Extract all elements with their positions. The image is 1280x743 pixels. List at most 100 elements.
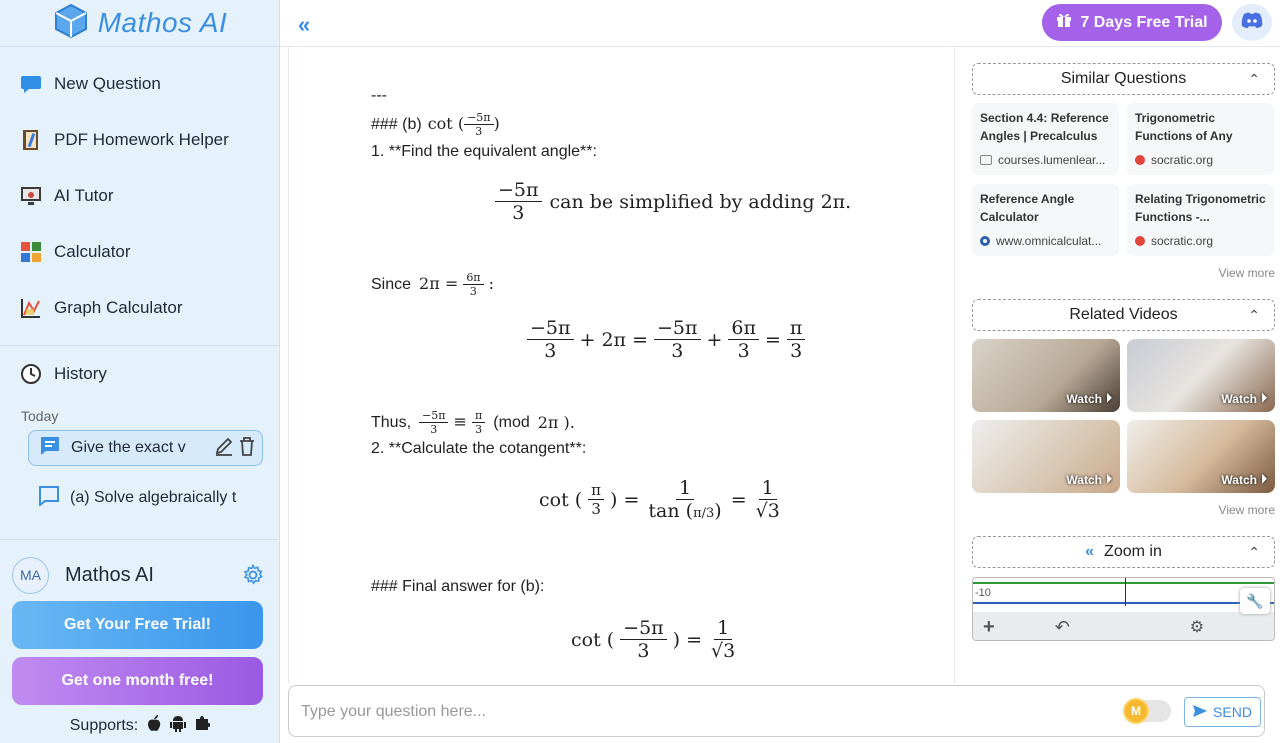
question-input[interactable] xyxy=(301,699,1101,725)
wrench-icon[interactable]: 🔧 xyxy=(1240,588,1270,614)
similar-question-card[interactable]: Section 4.4: Reference Angles | Precalcu… xyxy=(972,103,1119,175)
zoom-in-header[interactable]: « Zoom in ⌃ xyxy=(972,536,1275,568)
send-button[interactable]: SEND xyxy=(1184,697,1261,727)
watch-button[interactable]: Watch ⏵ xyxy=(1066,391,1112,406)
similar-questions-header[interactable]: Similar Questions ⌃ xyxy=(972,63,1275,95)
mod-text: (mod xyxy=(493,413,530,431)
nav-label: Calculator xyxy=(54,242,131,261)
clock-icon xyxy=(20,363,42,385)
graph-line-green xyxy=(973,582,1274,584)
web-icon xyxy=(980,155,992,165)
avatar[interactable]: MA xyxy=(12,556,49,594)
graph-y-axis xyxy=(1125,578,1126,606)
android-icon[interactable] xyxy=(170,714,187,737)
history-item[interactable]: (a) Solve algebraically t xyxy=(28,480,263,516)
history-item[interactable]: Give the exact v xyxy=(28,430,263,466)
watch-button[interactable]: Watch ⏵ xyxy=(1066,472,1112,487)
watch-button[interactable]: Watch ⏵ xyxy=(1221,391,1267,406)
nav-history[interactable]: History xyxy=(0,346,279,402)
tutor-icon xyxy=(20,185,42,207)
similar-question-card[interactable]: Reference Angle Calculator www.omnicalcu… xyxy=(972,184,1119,256)
play-icon: ⏵ xyxy=(1105,472,1112,486)
mod-close: 2π ). xyxy=(537,413,575,432)
mode-toggle[interactable]: M xyxy=(1123,698,1171,724)
nav-calculator[interactable]: Calculator xyxy=(0,224,279,280)
collapse-sidebar-icon[interactable]: « xyxy=(298,12,310,38)
card-title: Reference Angle Calculator xyxy=(980,192,1075,224)
history-item-label: Give the exact v xyxy=(71,439,186,456)
undo-icon[interactable]: ↶ xyxy=(1055,617,1070,638)
step-1-text: 1. **Find the equivalent angle**: xyxy=(371,143,597,160)
chevron-up-icon[interactable]: ⌃ xyxy=(1248,71,1260,88)
nav-label: PDF Homework Helper xyxy=(54,130,229,149)
free-trial-label: 7 Days Free Trial xyxy=(1080,13,1208,31)
watch-label: Watch xyxy=(1221,391,1257,406)
final-heading: ### Final answer for (b): xyxy=(371,578,545,595)
video-thumbnail[interactable]: Watch ⏵ xyxy=(1127,420,1275,493)
text-dashes: --- xyxy=(371,87,387,104)
question-input-bar: M SEND xyxy=(288,685,1265,737)
heading-b: ### (b) cot (−5π 3) xyxy=(371,111,500,138)
math-since: 2π = 6π 3 : xyxy=(419,271,495,298)
watch-label: Watch xyxy=(1221,472,1257,487)
right-panel: Similar Questions ⌃ Section 4.4: Referen… xyxy=(956,47,1280,683)
sidebar-divider xyxy=(0,539,280,540)
get-month-free-button[interactable]: Get one month free! xyxy=(12,657,263,705)
puzzle-icon[interactable] xyxy=(194,715,212,736)
nav-label: AI Tutor xyxy=(54,186,114,205)
apple-icon[interactable] xyxy=(146,714,162,737)
edit-icon[interactable] xyxy=(214,436,234,461)
answer-panel: --- ### (b) cot (−5π 3) 1. **Find the equ… xyxy=(288,47,955,683)
sidebar: Mathos AI New Question PDF Homework Help… xyxy=(0,0,280,743)
similar-question-card[interactable]: Trigonometric Functions of Any Angl... s… xyxy=(1127,103,1274,175)
view-more-link[interactable]: View more xyxy=(1219,266,1275,280)
math-cotangent: cot (π 3) = 1 tan (π/3) = 1 √3 xyxy=(539,477,780,522)
omni-icon xyxy=(980,236,990,246)
plus-icon[interactable]: + xyxy=(983,616,995,639)
video-thumbnail[interactable]: Watch ⏵ xyxy=(972,339,1120,412)
math-final: cot (−5π 3) = 1 √3 xyxy=(571,617,736,662)
math-simplify: −5π 3 can be simplified by adding 2π. xyxy=(495,179,851,224)
nav-ai-tutor[interactable]: AI Tutor xyxy=(0,168,279,224)
get-free-trial-button[interactable]: Get Your Free Trial! xyxy=(12,601,263,649)
free-trial-button[interactable]: 7 Days Free Trial xyxy=(1042,4,1222,41)
simplify-text: can be simplified by adding 2π. xyxy=(549,190,852,213)
video-thumbnail[interactable]: Watch ⏵ xyxy=(1127,339,1275,412)
graph-widget[interactable]: -10 + ↶ ⚙ 🔧 xyxy=(972,577,1275,641)
history-item-label: (a) Solve algebraically t xyxy=(70,489,237,506)
message-icon xyxy=(39,436,61,461)
send-icon xyxy=(1193,704,1208,720)
history-label: History xyxy=(54,364,107,383)
chevron-up-icon[interactable]: ⌃ xyxy=(1248,544,1260,561)
app-root: Mathos AI New Question PDF Homework Help… xyxy=(0,0,1280,743)
chat-bubble-icon xyxy=(20,73,42,95)
card-source: courses.lumenlear... xyxy=(998,153,1106,167)
video-thumbnail[interactable]: Watch ⏵ xyxy=(972,420,1120,493)
heading-b-text: ### (b) xyxy=(371,115,422,133)
watch-button[interactable]: Watch ⏵ xyxy=(1221,472,1267,487)
play-icon: ⏵ xyxy=(1260,472,1267,486)
nav-graph-calculator[interactable]: Graph Calculator xyxy=(0,280,279,336)
supports-label: Supports: xyxy=(69,716,139,734)
socratic-icon xyxy=(1135,236,1145,246)
logo-cube-icon xyxy=(52,2,90,45)
calculator-icon xyxy=(20,241,42,263)
logo[interactable]: Mathos AI xyxy=(0,0,279,47)
watch-label: Watch xyxy=(1066,472,1102,487)
discord-button[interactable] xyxy=(1232,4,1272,41)
related-videos-header[interactable]: Related Videos ⌃ xyxy=(972,299,1275,331)
gear-icon[interactable] xyxy=(242,563,264,591)
view-more-link[interactable]: View more xyxy=(1219,503,1275,517)
nav-new-question[interactable]: New Question xyxy=(0,56,279,112)
nav-pdf-homework-helper[interactable]: PDF Homework Helper xyxy=(0,112,279,168)
discord-icon xyxy=(1241,12,1263,33)
chevron-up-icon[interactable]: ⌃ xyxy=(1248,307,1260,324)
trash-icon[interactable] xyxy=(238,436,256,461)
chevron-double-left-icon[interactable]: « xyxy=(1085,543,1094,561)
settings-icon[interactable]: ⚙ xyxy=(1190,617,1204,637)
card-title: Trigonometric Functions of Any Angl... xyxy=(1135,111,1233,143)
logo-text: Mathos AI xyxy=(97,7,228,38)
similar-question-card[interactable]: Relating Trigonometric Functions -... so… xyxy=(1127,184,1274,256)
nav-label: New Question xyxy=(54,74,161,93)
card-title: Relating Trigonometric Functions -... xyxy=(1135,192,1266,224)
